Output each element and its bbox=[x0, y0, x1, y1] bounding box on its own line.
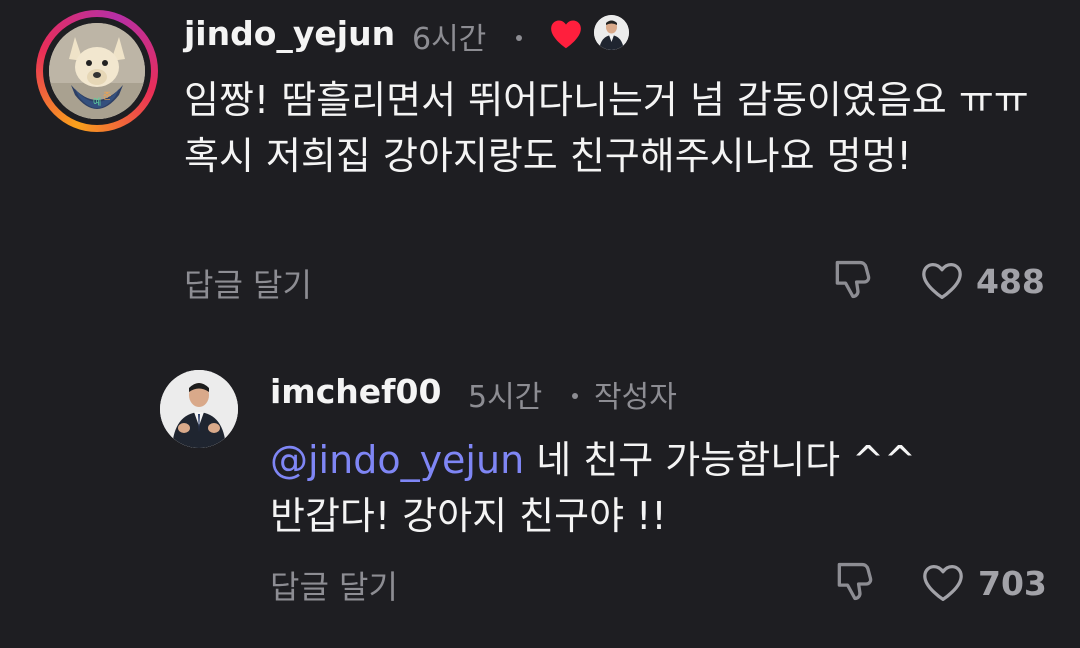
separator-dot bbox=[516, 35, 522, 41]
separator-dot bbox=[572, 393, 578, 399]
author-badge: 작성자 bbox=[594, 380, 677, 415]
chef-avatar-icon[interactable] bbox=[160, 370, 238, 448]
comment-username[interactable]: imchef00 bbox=[270, 372, 441, 411]
like-heart-icon[interactable] bbox=[921, 563, 965, 603]
svg-text:예: 예 bbox=[93, 97, 101, 108]
author-mini-avatar-icon bbox=[594, 15, 629, 50]
author-liked-heart-icon bbox=[551, 20, 581, 49]
svg-text:준: 준 bbox=[103, 91, 111, 102]
dog-avatar-icon: 예 준 bbox=[49, 23, 145, 119]
dislike-icon[interactable] bbox=[832, 559, 876, 605]
comment-body: 임짱! 땀흘리면서 뛰어다니는거 넘 감동이였음요 ㅠㅠ 혹시 저희집 강아지랑… bbox=[184, 78, 1029, 178]
comments-screen: 예 준 jindo_yejun 6시간 임짱! 땀흘리면서 뛰어다니는거 넘 감… bbox=[0, 0, 1080, 648]
comment-username[interactable]: jindo_yejun bbox=[184, 14, 395, 53]
story-ring-avatar[interactable]: 예 준 bbox=[36, 10, 158, 132]
like-heart-icon[interactable] bbox=[920, 261, 964, 301]
like-count: 703 bbox=[978, 564, 1047, 603]
reply-button[interactable]: 답글 달기 bbox=[270, 562, 398, 608]
mention-link[interactable]: @jindo_yejun bbox=[270, 438, 524, 482]
comment-time: 5시간 bbox=[468, 380, 543, 415]
comment-time: 6시간 bbox=[412, 22, 487, 57]
comment-body: @jindo_yejun 네 친구 가능함니다 ^^ 반갑다! 강아지 친구야 … bbox=[270, 432, 1045, 544]
like-count: 488 bbox=[976, 262, 1045, 301]
reply-button[interactable]: 답글 달기 bbox=[184, 260, 312, 306]
dislike-icon[interactable] bbox=[830, 257, 874, 303]
